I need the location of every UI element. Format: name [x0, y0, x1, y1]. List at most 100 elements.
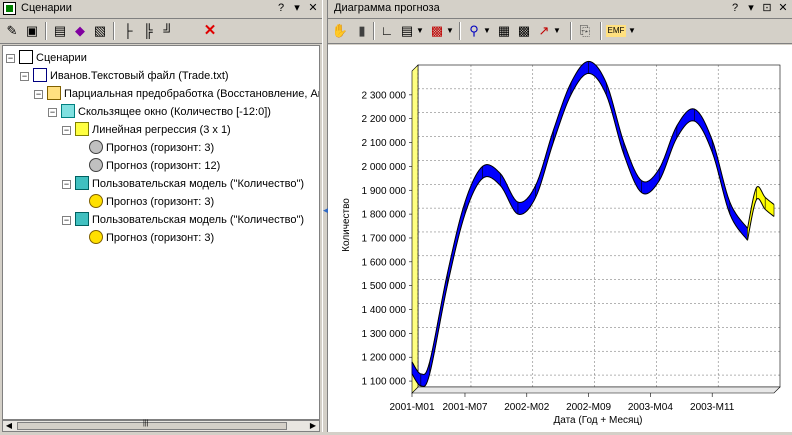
scenarios-window-icon: [3, 2, 16, 15]
plot-floor: [411, 386, 781, 394]
tree-node-label: Пользовательская модель ("Количество"): [92, 214, 305, 226]
scroll-left-icon[interactable]: ◀: [3, 421, 15, 431]
x-tick-label: 2001-M01: [389, 402, 434, 413]
forecast-icon: [89, 230, 103, 245]
series-segment: [494, 167, 498, 183]
forecast-icon: [89, 140, 103, 155]
chart-titlebar: Диаграмма прогноза ? ▾ ⊡ ✕: [328, 0, 792, 19]
report-icon[interactable]: ▣: [23, 22, 41, 40]
collapse-icon[interactable]: −: [48, 108, 57, 117]
horizontal-scrollbar[interactable]: ◀ ||| ▶: [2, 420, 320, 432]
tree-node-forecast[interactable]: Прогноз (горизонт: 3): [89, 229, 214, 247]
tree-node-label: Пользовательская модель ("Количество"): [92, 178, 305, 190]
forecast-chart-panel: Диаграмма прогноза ? ▾ ⊡ ✕ ✋ ▮ ∟ ▤ ▼ ▩ ▼…: [328, 0, 792, 432]
forecast-chart: 1 100 000 1 200 000 1 300 000 1 400 000 1 50…: [328, 45, 792, 432]
close-button[interactable]: ✕: [776, 1, 790, 16]
cube-icon[interactable]: ◆: [71, 22, 89, 40]
collapse-icon[interactable]: −: [62, 126, 71, 135]
forecast-icon: [89, 158, 103, 173]
series-segment: [591, 61, 595, 76]
tree-node-forecast[interactable]: Прогноз (горизонт: 12): [89, 157, 220, 175]
float-button[interactable]: ⊡: [760, 1, 774, 16]
line-chart-icon[interactable]: ↗: [535, 22, 553, 40]
series-segment: [688, 108, 692, 123]
tree-add-icon[interactable]: ├: [119, 22, 137, 40]
chevron-down-icon[interactable]: ▼: [415, 22, 425, 40]
tree-copy-icon[interactable]: ╝: [159, 22, 177, 40]
y-tick-label: 2 300 000: [362, 90, 407, 101]
ruler-icon[interactable]: ▮: [353, 22, 371, 40]
tree-node-label: Прогноз (горизонт: 3): [106, 232, 215, 244]
x-tick-label: 2003-M11: [690, 402, 735, 413]
series-segment: [687, 109, 690, 124]
series-segment: [489, 164, 492, 179]
y-tick-label: 1 700 000: [362, 233, 407, 244]
help-button[interactable]: ?: [728, 1, 742, 16]
tree-node-forecast[interactable]: Прогноз (горизонт: 3): [89, 139, 214, 157]
x-tick-label: 2001-M07: [442, 402, 487, 413]
scenarios-panel: Сценарии ? ▾ ✕ ✎ ▣ ▤ ◆ ▧ ├ ╠ ╝ ✕ − Сцена…: [0, 0, 322, 432]
forecast-icon: [89, 194, 103, 209]
legend-icon[interactable]: ▤: [398, 22, 416, 40]
scrollbar-thumb[interactable]: |||: [17, 420, 287, 430]
table-icon[interactable]: ▤: [51, 22, 69, 40]
grid-icon[interactable]: ▦: [495, 22, 513, 40]
hand-icon[interactable]: ✋: [331, 22, 349, 40]
linear-regression-icon: [75, 122, 89, 137]
close-button[interactable]: ✕: [306, 1, 320, 16]
text-file-icon: [33, 68, 47, 83]
y-tick-label: 1 100 000: [362, 377, 407, 388]
chevron-down-icon[interactable]: ▼: [627, 22, 637, 40]
zoom-icon[interactable]: ⚲: [465, 22, 483, 40]
y-tick-label: 2 200 000: [362, 114, 407, 125]
series-icon[interactable]: ▩: [515, 22, 533, 40]
series-segment: [690, 108, 694, 122]
collapse-icon[interactable]: −: [62, 180, 71, 189]
series-segment: [521, 201, 524, 215]
custom-model-icon: [75, 212, 89, 227]
x-tick-label: 2003-M04: [628, 402, 673, 413]
collapse-icon[interactable]: −: [20, 72, 29, 81]
y-tick-label: 1 600 000: [362, 257, 407, 268]
axis-icon[interactable]: ∟: [378, 22, 396, 40]
y-tick-label: 2 100 000: [362, 138, 407, 149]
tree-node-label: Линейная регрессия (3 x 1): [92, 124, 231, 136]
forecast-chart-svg: 1 100 000 1 200 000 1 300 000 1 400 000 1 50…: [341, 60, 781, 426]
chevron-down-icon[interactable]: ▼: [482, 22, 492, 40]
collapse-icon[interactable]: −: [6, 54, 15, 63]
series-segment: [643, 181, 646, 195]
scenarios-icon: [19, 50, 33, 65]
scroll-right-icon[interactable]: ▶: [307, 421, 319, 431]
help-button[interactable]: ?: [274, 1, 288, 16]
series-segment: [648, 179, 651, 194]
collapse-icon[interactable]: −: [34, 90, 43, 99]
menu-dropdown-button[interactable]: ▾: [744, 1, 758, 16]
wizard-icon[interactable]: ✎: [3, 22, 21, 40]
menu-dropdown-button[interactable]: ▾: [290, 1, 304, 16]
tree-node-label: Скользящее окно (Количество [-12:0]): [78, 106, 271, 118]
scrollbar-grip: |||: [143, 420, 149, 427]
tree-node-forecast[interactable]: Прогноз (горизонт: 3): [89, 193, 214, 211]
y-tick-label: 1 200 000: [362, 353, 407, 364]
series-segment: [491, 165, 494, 180]
tree-node-label: Иванов.Текстовый файл (Trade.txt): [50, 70, 229, 82]
custom-model-icon: [75, 176, 89, 191]
chevron-down-icon[interactable]: ▼: [552, 22, 562, 40]
bar-chart-icon[interactable]: ▩: [428, 22, 446, 40]
series-segment: [593, 62, 596, 78]
series-segment: [487, 164, 490, 178]
tree-edit-icon[interactable]: ╠: [139, 22, 157, 40]
export-emf-icon[interactable]: EMF: [606, 25, 626, 37]
visualizer-icon[interactable]: ▧: [91, 22, 109, 40]
copy-icon[interactable]: ⎘: [576, 22, 594, 40]
scenario-tree: − Сценарии − Иванов.Текстовый файл (Trad…: [2, 45, 320, 420]
y-tick-label: 1 400 000: [362, 305, 407, 316]
scenarios-titlebar: Сценарии ? ▾ ✕: [0, 0, 322, 19]
series-segment: [519, 202, 522, 215]
tree-node-label: Сценарии: [36, 52, 87, 64]
collapse-icon[interactable]: −: [62, 216, 71, 225]
series-segment: [644, 181, 648, 195]
chevron-down-icon[interactable]: ▼: [445, 22, 455, 40]
tree-node-label: Парциальная предобработка (Восстановлени…: [64, 88, 320, 100]
delete-icon[interactable]: ✕: [201, 22, 219, 40]
